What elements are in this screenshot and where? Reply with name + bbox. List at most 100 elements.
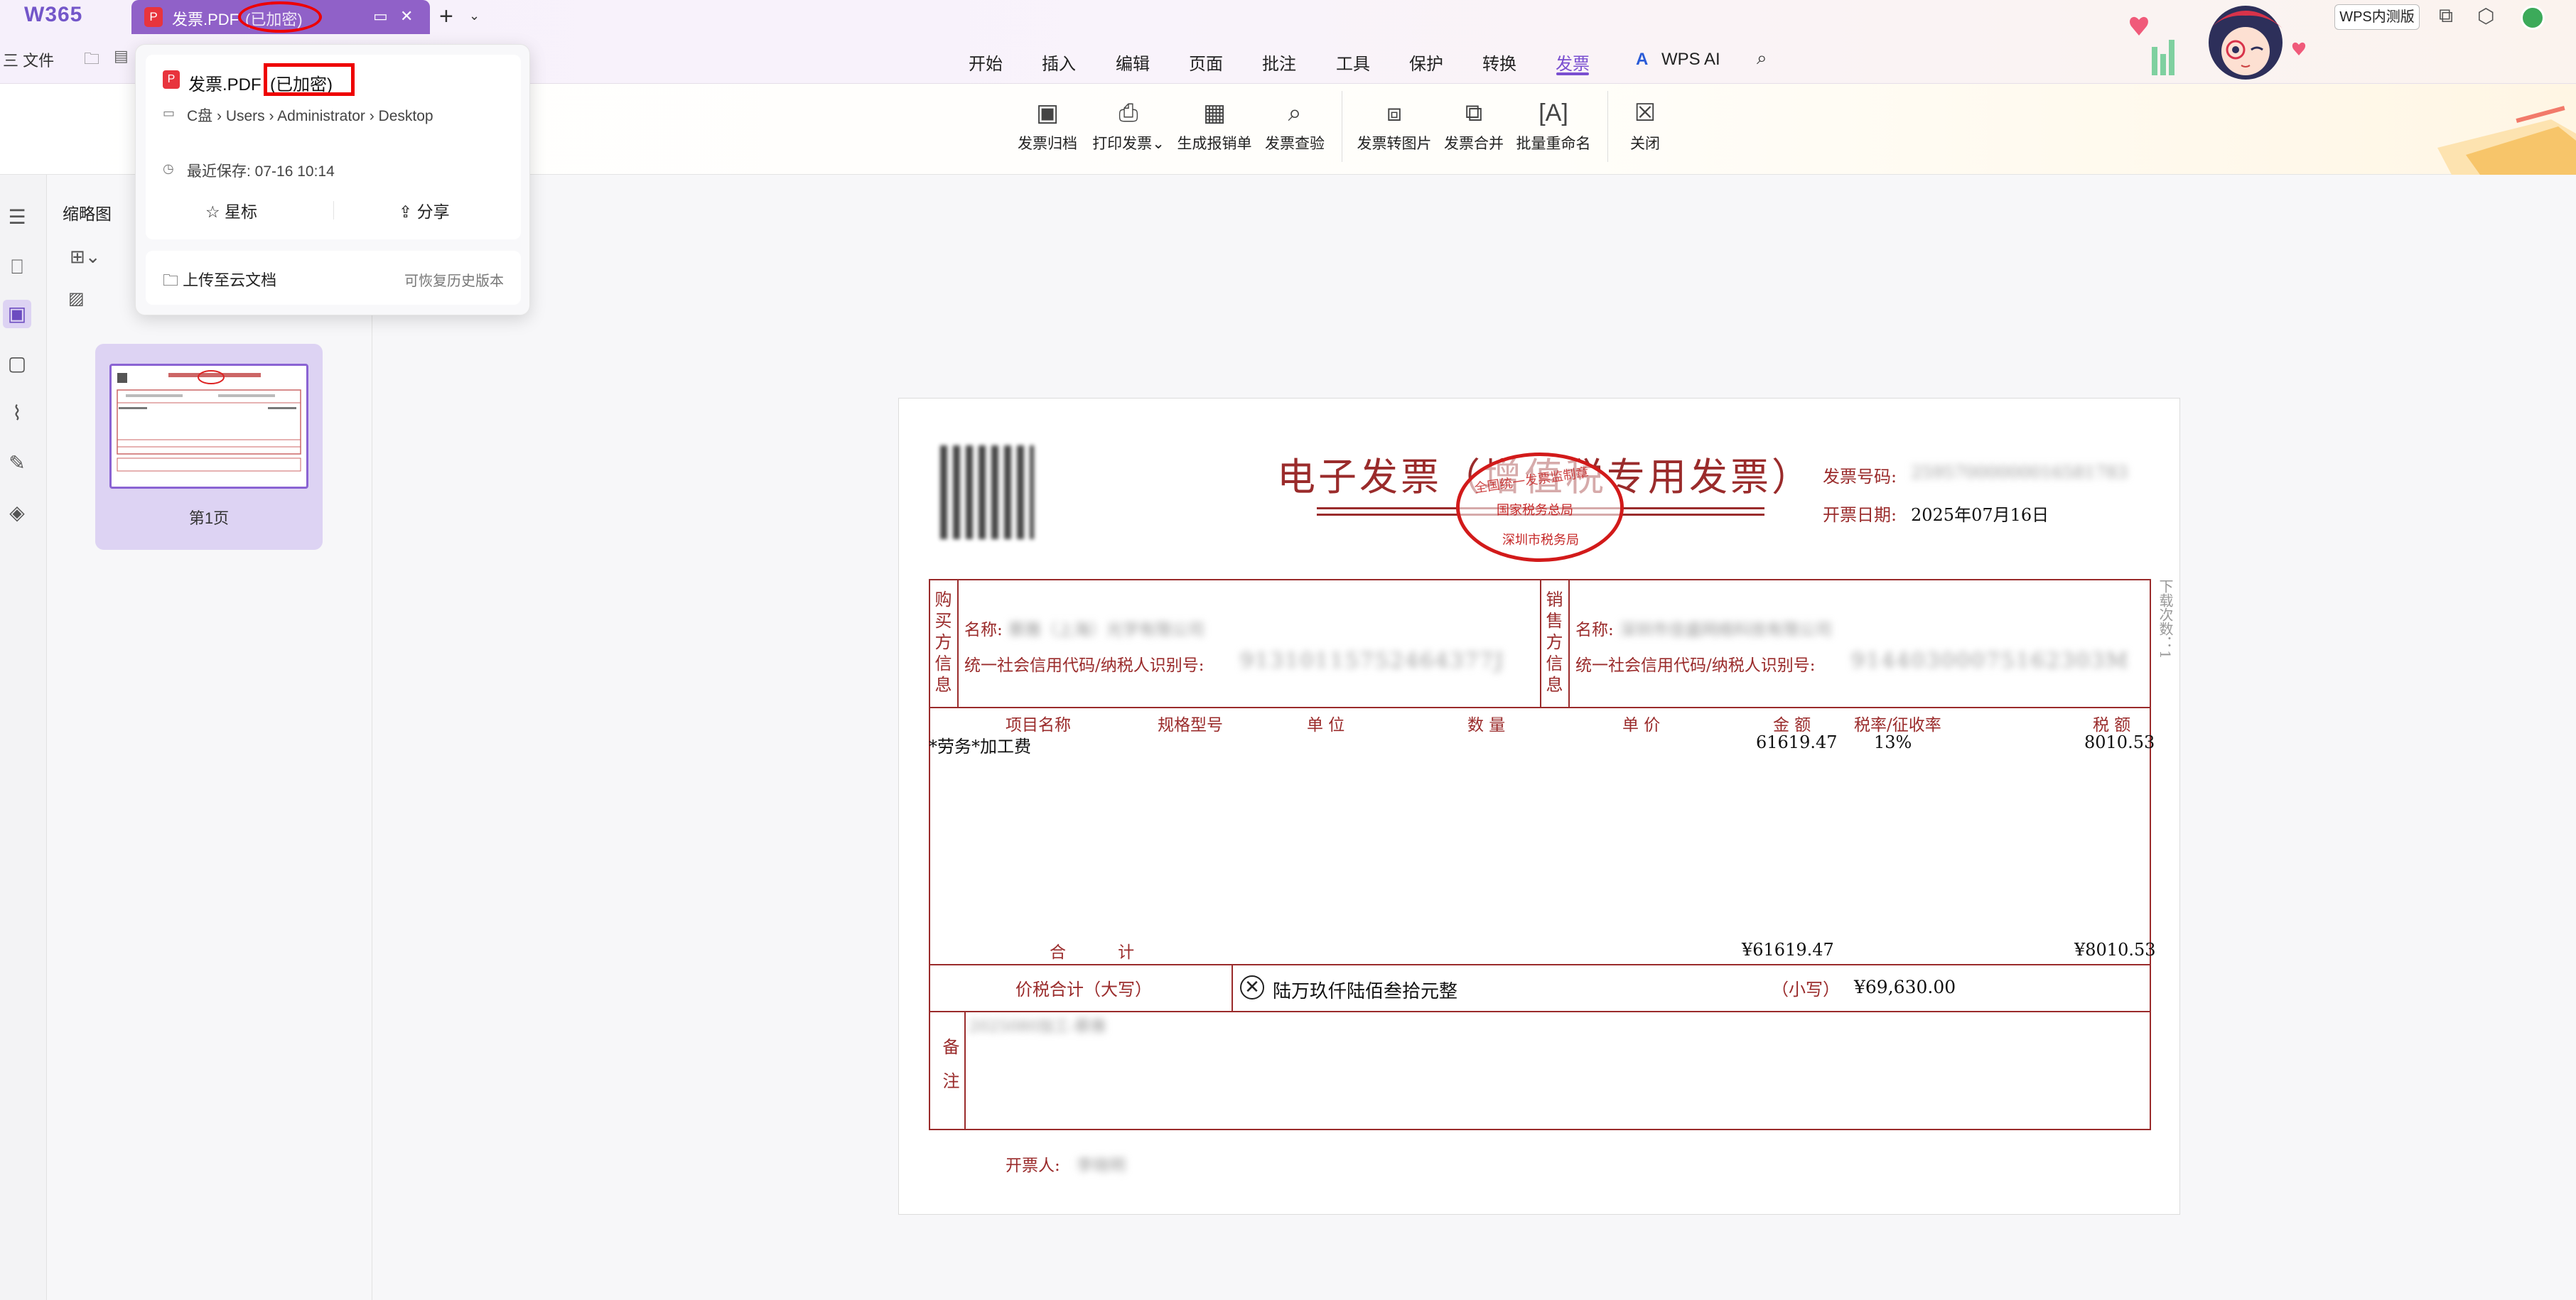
tab-convert[interactable]: 转换 <box>1482 50 1516 75</box>
restore-window-icon[interactable]: ⧉ <box>2439 4 2453 28</box>
print-invoice-button[interactable]: ⎙ 打印发票⌄ <box>1089 98 1168 153</box>
star-button[interactable]: ☆ 星标 <box>205 198 257 222</box>
tab-protect[interactable]: 保护 <box>1409 50 1443 75</box>
tab-insert[interactable]: 插入 <box>1042 50 1076 75</box>
issuer-value: 李晓明 <box>1077 1157 1126 1175</box>
new-tab-plus-icon[interactable]: + <box>439 3 453 31</box>
signature-icon[interactable]: ✎ <box>3 449 31 477</box>
file-menu-button[interactable]: 三 文件 <box>3 48 54 71</box>
tab-wps-ai[interactable]: WPS AI <box>1661 50 1720 70</box>
item-amount: 61619.47 <box>1756 732 1838 752</box>
tax-stamp: 全国统一发票监制章 国家税务总局 深圳市税务局 <box>1456 453 1624 562</box>
total-tax: ¥8010.53 <box>2074 940 2156 960</box>
chevron-down-icon[interactable]: ⌄ <box>469 9 480 23</box>
merge-icon: ⧉ <box>1465 99 1483 126</box>
invoice-archive-button[interactable]: ▣ 发票归档 <box>1015 98 1080 153</box>
remark-value: 2025080加工-蔡雅 <box>969 1018 1106 1036</box>
outline-icon[interactable]: ☰ <box>3 203 31 232</box>
pdf-icon: P <box>163 70 180 89</box>
table-line <box>929 964 2151 965</box>
item-tax: 8010.53 <box>2084 732 2155 752</box>
batch-rename-button[interactable]: [A] 批量重命名 <box>1514 98 1593 153</box>
share-button[interactable]: ⇪ 分享 <box>399 198 450 222</box>
thumbnail-panel-title: 缩略图 <box>63 205 112 223</box>
page-thumbnail-preview <box>109 364 308 489</box>
stamp-top-text: 全国统一发票监制章 <box>1473 465 1590 497</box>
column-header: 金 额 <box>1773 716 1811 735</box>
tab-tools[interactable]: 工具 <box>1336 50 1370 75</box>
page-thumbnail[interactable]: 第1页 <box>95 344 323 550</box>
image-convert-icon: ⧈ <box>1386 99 1402 126</box>
buyer-section-label: 购买方信息 <box>932 590 952 697</box>
last-saved-time: 最近保存: 07-16 10:14 <box>187 163 335 180</box>
tab-start[interactable]: 开始 <box>969 50 1003 75</box>
download-count-note: 下载次数：1 <box>2157 579 2174 659</box>
close-tab-icon[interactable]: ✕ <box>400 7 413 26</box>
open-folder-icon[interactable]: 🗀 <box>84 47 99 74</box>
thumbnail-icon[interactable]: ▣ <box>3 300 31 328</box>
seller-name-value: 深圳市佳盛网络科技有限公司 <box>1620 621 1832 639</box>
qr-code <box>940 445 1034 539</box>
divider <box>333 201 334 220</box>
invoice-date-label: 开票日期: <box>1823 505 1897 525</box>
issuer-label: 开票人: <box>1006 1157 1060 1175</box>
pdf-icon: P <box>144 7 163 27</box>
thumbnail-panel: 缩略图 ⊞⌄ ▨ 第1页 <box>47 175 372 1300</box>
tab-invoice[interactable]: 发票 <box>1556 50 1590 75</box>
stamp-bottom-text: 深圳市税务局 <box>1502 533 1579 548</box>
archive-icon: ▣ <box>1035 99 1060 126</box>
invoice-to-image-button[interactable]: ⧈ 发票转图片 <box>1354 98 1434 153</box>
upload-to-cloud-button[interactable]: 🗀 上传至云文档 <box>163 268 276 296</box>
seller-credit-value: 91440300075162303M <box>1851 649 2130 673</box>
attachment-icon[interactable]: ⌇ <box>3 399 31 428</box>
active-tab-indicator <box>1556 72 1589 75</box>
remark-label: 备注 <box>939 1038 959 1106</box>
layers-icon[interactable]: ◈ <box>3 499 31 527</box>
user-avatar[interactable] <box>2521 6 2545 30</box>
tab-annotate[interactable]: 批注 <box>1262 50 1296 75</box>
invoice-verify-button[interactable]: ⌕ 发票查验 <box>1262 98 1327 153</box>
bookmark-icon[interactable]: ⎕ <box>3 253 31 281</box>
cube-icon[interactable]: ⬡ <box>2477 4 2494 28</box>
popup-file-name: 发票.PDF <box>188 75 262 94</box>
tab-edit[interactable]: 编辑 <box>1116 50 1150 75</box>
save-icon[interactable]: ▤ <box>114 47 129 65</box>
image-icon[interactable]: ▨ <box>68 288 85 309</box>
table-line <box>929 1011 2151 1012</box>
verify-icon: ⌕ <box>1288 99 1302 126</box>
total-label: 合 计 <box>1050 943 1135 962</box>
beta-badge[interactable]: WPS内测版 <box>2334 4 2420 30</box>
invoice-merge-button[interactable]: ⧉ 发票合并 <box>1441 98 1507 153</box>
table-line <box>957 579 959 707</box>
column-header: 项目名称 <box>1006 716 1071 735</box>
wps-logo[interactable]: W365 <box>24 3 82 27</box>
comment-icon[interactable]: ▢ <box>3 350 31 378</box>
search-icon[interactable]: ⌕ <box>1757 47 1767 70</box>
tab-page[interactable]: 页面 <box>1189 50 1223 75</box>
close-box-icon: ☒ <box>1634 99 1656 126</box>
item-name: *劳务*加工费 <box>929 737 1031 757</box>
wps-ai-icon: A <box>1636 50 1649 69</box>
share-icon: ⇪ <box>399 202 417 221</box>
left-sidebar-rail: ☰ ⎕ ▣ ▢ ⌇ ✎ ◈ <box>0 175 47 1300</box>
file-path[interactable]: C盘 › Users › Administrator › Desktop <box>187 104 433 126</box>
pin-window-icon[interactable]: ▭ <box>373 7 388 26</box>
close-invoice-button[interactable]: ☒ 关闭 <box>1615 98 1676 153</box>
grand-total-words: 陆万玖仟陆佰叁拾元整 <box>1273 981 1458 1002</box>
table-line <box>1232 964 1233 1011</box>
invoice-date-value: 2025年07月16日 <box>1911 505 2049 525</box>
generate-expense-button[interactable]: ▦ 生成报销单 <box>1175 98 1254 153</box>
grid-view-icon[interactable]: ⊞⌄ <box>70 246 101 268</box>
column-header: 税 额 <box>2093 716 2131 735</box>
table-line <box>964 1011 966 1130</box>
mascot-illustration <box>2130 6 2306 80</box>
cloud-upload-card[interactable]: 🗀 上传至云文档 可恢复历史版本 <box>146 251 521 305</box>
print-dropdown-chevron[interactable]: ⌄ <box>1152 136 1165 152</box>
cloud-folder-icon: 🗀 <box>163 271 183 289</box>
invoice-number-value: 25957000000016581783 <box>1911 462 2128 482</box>
clock-icon: ◷ <box>163 161 174 175</box>
buyer-credit-value: 91310115752464377J <box>1240 649 1505 673</box>
grand-total-number: ¥69,630.00 <box>1854 977 1956 997</box>
circle-x-icon: ✕ <box>1240 975 1264 1000</box>
printer-icon: ⎙ <box>1119 99 1138 126</box>
